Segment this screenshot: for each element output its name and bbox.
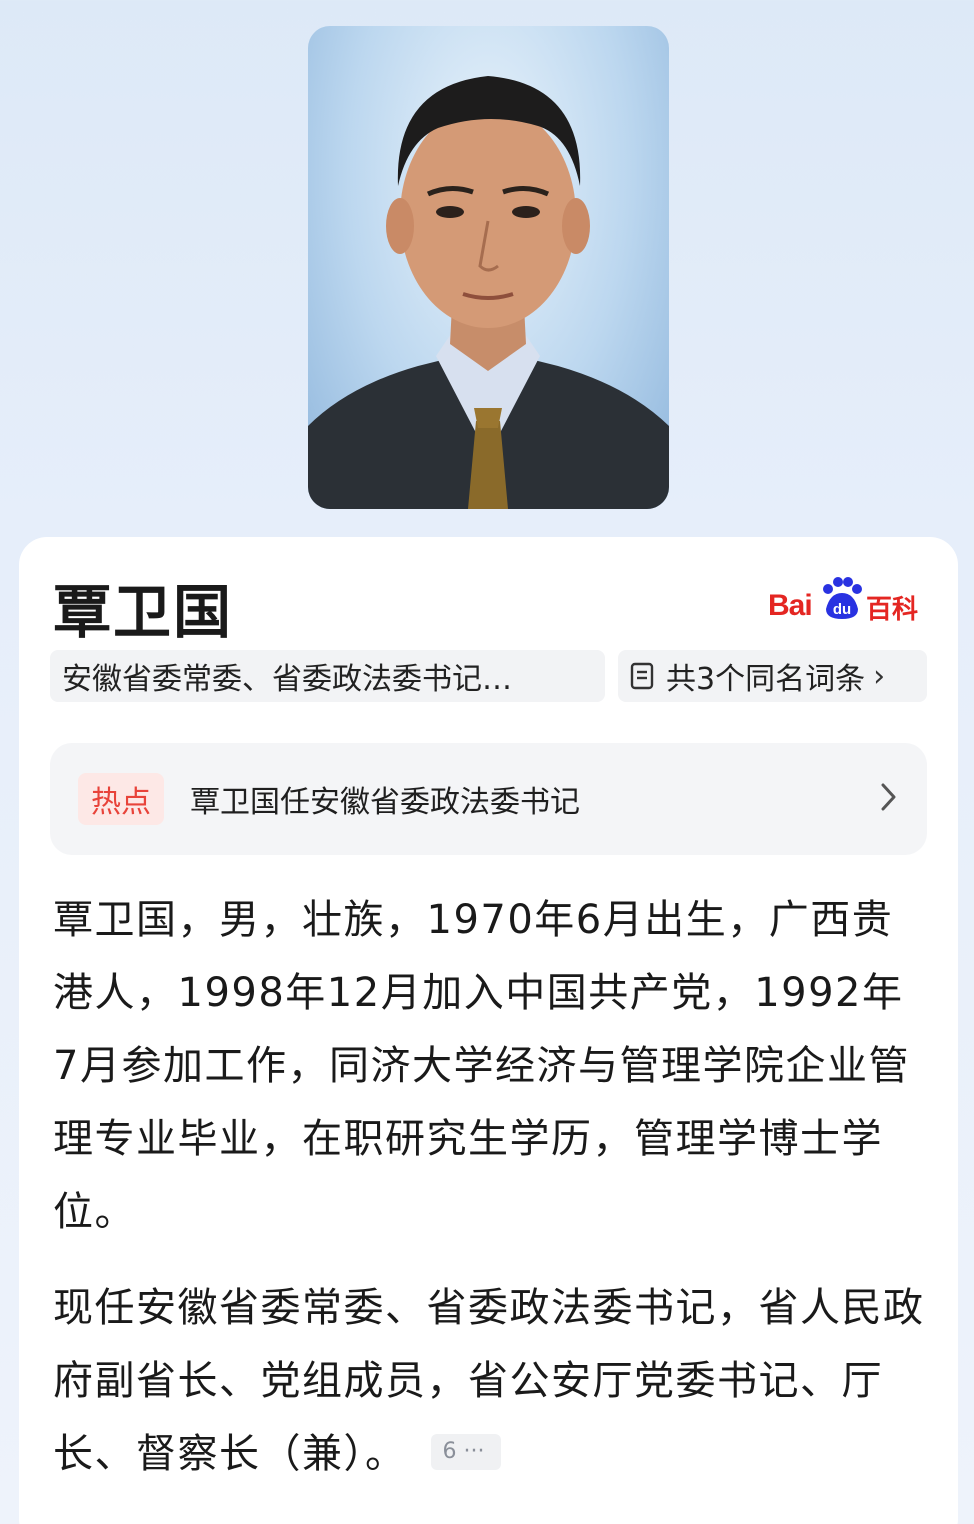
chevron-right-icon: › [873,658,886,694]
logo-du-text: du [833,601,851,618]
portrait-illustration [308,76,669,509]
bio-paragraph-2: 现任安徽省委常委、省委政法委书记，省人民政府副省长、党组成员，省公安厅党委书记、… [53,1272,929,1491]
baidu-baike-logo[interactable]: Bai du 百科 [768,575,928,625]
reference-badge[interactable]: 6 ··· [430,1434,501,1470]
same-name-entries-button[interactable]: 共3个同名词条 › [618,650,927,702]
document-icon [630,662,654,690]
same-name-label: 共3个同名词条 [666,662,866,697]
person-brief[interactable]: 安徽省委常委、省委政法委书记… [50,650,605,702]
portrait-photo[interactable] [308,26,669,509]
profile-card: 覃卫国 Bai du 百科 安徽省委常委、省委政法委书记… 共3个同名词条 › … [19,537,958,1524]
hot-tag: 热点 [78,773,164,825]
hot-topic-title: 覃卫国任安徽省委政法委书记 [190,785,580,820]
bio-paragraph-1: 覃卫国，男，壮族，1970年6月出生，广西贵港人，1998年12月加入中国共产党… [53,897,910,1235]
baidu-paw-icon: du [823,577,862,619]
hot-topic-banner[interactable]: 热点 覃卫国任安徽省委政法委书记 [50,743,927,855]
logo-baike-text: 百科 [866,595,919,625]
chevron-right-icon [881,783,896,811]
logo-bai-text: Bai [768,589,813,622]
person-name: 覃卫国 [53,578,234,646]
